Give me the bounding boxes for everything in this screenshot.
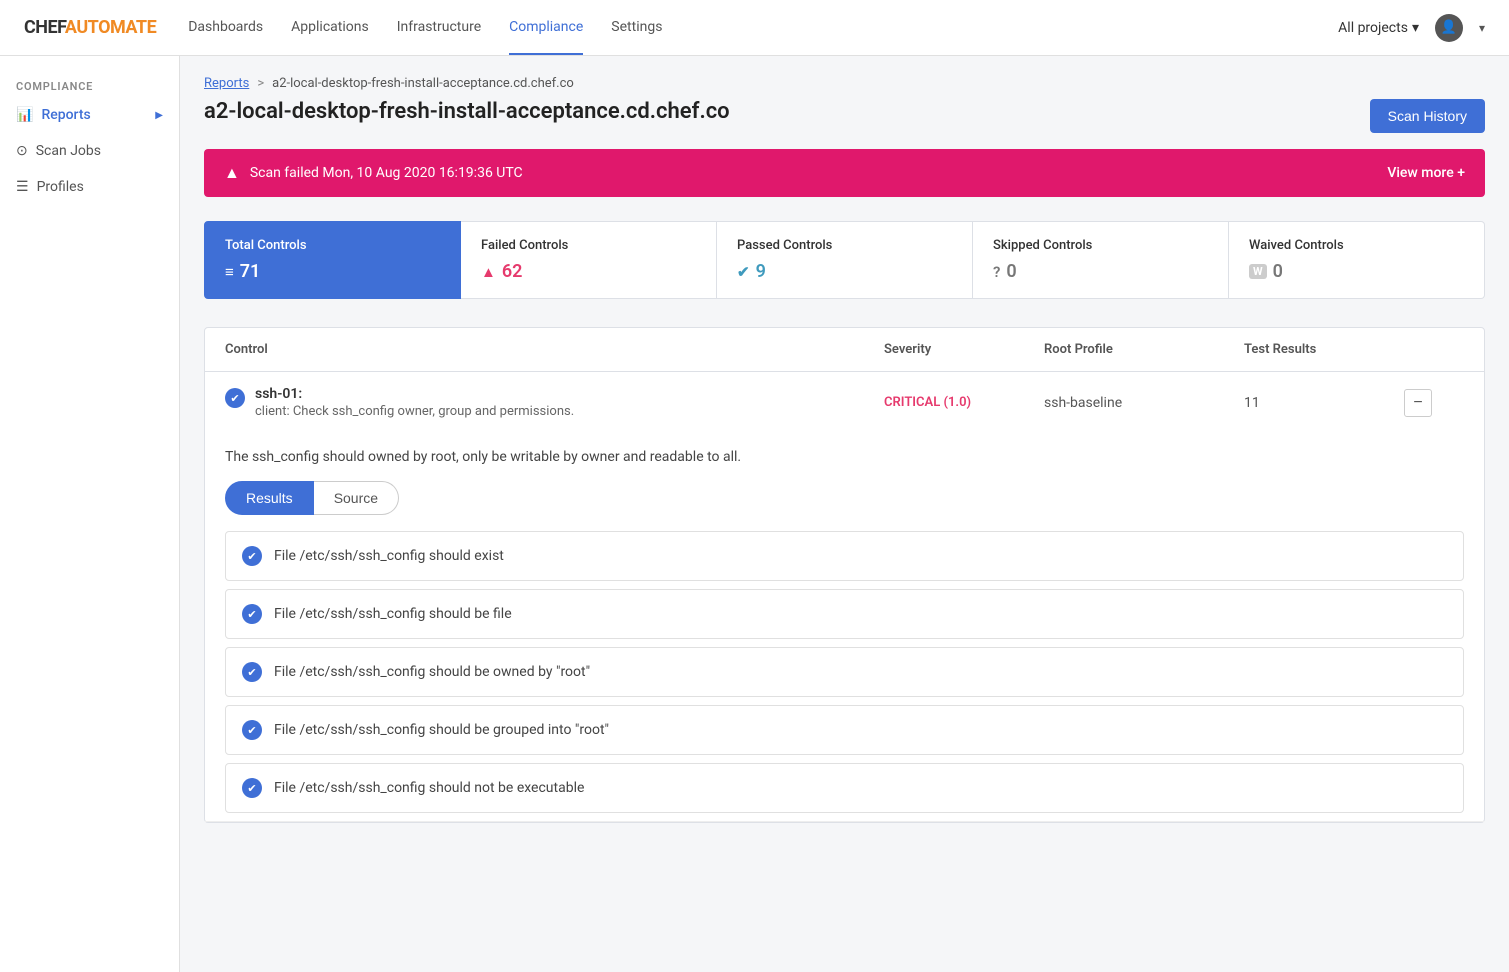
layout: COMPLIANCE 📊 Reports ▶ ⊙ Scan Jobs ☰ Pro… [0,56,1509,972]
reports-icon: 📊 [16,107,33,123]
passed-icon: ✔ [737,263,750,281]
nav-right: All projects ▾ 👤 ▾ [1338,14,1485,42]
nav-infrastructure[interactable]: Infrastructure [397,1,481,55]
control-row: ✔ ssh-01: client: Check ssh_config owner… [205,372,1484,433]
user-menu[interactable]: 👤 [1435,14,1463,42]
table-header: Control Severity Root Profile Test Resul… [205,328,1484,372]
results-cell: 11 [1244,395,1404,411]
waived-controls-card[interactable]: Waived Controls W 0 [1229,221,1485,299]
skipped-controls-card[interactable]: Skipped Controls ? 0 [973,221,1229,299]
reports-arrow: ▶ [155,110,163,121]
alert-banner: ▲ Scan failed Mon, 10 Aug 2020 16:19:36 … [204,149,1485,197]
control-description: client: Check ssh_config owner, group an… [255,404,574,419]
result-item-3: ✔ File /etc/ssh/ssh_config should be own… [225,647,1464,697]
alert-message: Scan failed Mon, 10 Aug 2020 16:19:36 UT… [250,165,523,181]
breadcrumb-reports-link[interactable]: Reports [204,76,249,91]
header-control: Control [225,342,884,357]
result-text-4: File /etc/ssh/ssh_config should be group… [274,722,609,738]
main-content: Reports > a2-local-desktop-fresh-install… [180,56,1509,972]
expanded-section: The ssh_config should owned by root, onl… [205,433,1484,813]
all-projects-dropdown[interactable]: All projects ▾ [1338,20,1419,36]
alert-triangle-icon: ▲ [224,163,240,183]
nav-dashboards[interactable]: Dashboards [188,1,263,55]
skipped-label: Skipped Controls [993,238,1208,253]
waived-value: W 0 [1249,261,1464,282]
result-text-3: File /etc/ssh/ssh_config should be owned… [274,664,590,680]
page-header: a2-local-desktop-fresh-install-acceptanc… [204,99,1485,133]
failed-value: ▲ 62 [481,261,696,282]
breadcrumb: Reports > a2-local-desktop-fresh-install… [204,76,1485,91]
total-controls-card[interactable]: Total Controls ≡ 71 [204,221,461,299]
header-severity: Severity [884,342,1044,357]
tab-results[interactable]: Results [225,481,314,515]
nav-settings[interactable]: Settings [611,1,662,55]
collapse-button[interactable]: − [1404,389,1432,417]
sidebar-item-reports[interactable]: 📊 Reports ▶ [0,97,179,133]
waived-label: Waived Controls [1249,238,1464,253]
logo-automate: AUTOMATE [65,17,156,38]
logo-chef: CHEF [24,17,65,38]
header-root-profile: Root Profile [1044,342,1244,357]
total-label: Total Controls [225,238,440,253]
profiles-icon: ☰ [16,179,29,195]
nav-compliance[interactable]: Compliance [509,1,583,55]
result-check-icon-4: ✔ [242,720,262,740]
result-item-4: ✔ File /etc/ssh/ssh_config should be gro… [225,705,1464,755]
sidebar-item-profiles[interactable]: ☰ Profiles [0,169,179,205]
passed-label: Passed Controls [737,238,952,253]
sidebar-section-label: COMPLIANCE [0,72,179,97]
alert-left: ▲ Scan failed Mon, 10 Aug 2020 16:19:36 … [224,163,523,183]
top-nav: CHEFAUTOMATE Dashboards Applications Inf… [0,0,1509,56]
profile-cell: ssh-baseline [1044,395,1244,411]
page-title: a2-local-desktop-fresh-install-acceptanc… [204,99,730,124]
severity-cell: CRITICAL (1.0) [884,395,1044,410]
skipped-icon: ? [993,263,1000,281]
logo: CHEFAUTOMATE [24,17,156,38]
tab-source[interactable]: Source [314,481,399,515]
sidebar-item-scan-jobs[interactable]: ⊙ Scan Jobs [0,133,179,169]
waived-badge: W [1249,264,1267,279]
control-expanded-desc: The ssh_config should owned by root, onl… [225,449,1464,465]
control-id: ssh-01: [255,386,574,402]
tabs-row: Results Source [225,481,1464,515]
total-value: ≡ 71 [225,261,440,282]
result-text-2: File /etc/ssh/ssh_config should be file [274,606,512,622]
control-text: ssh-01: client: Check ssh_config owner, … [255,386,574,419]
control-status-icon: ✔ [225,388,245,408]
failed-label: Failed Controls [481,238,696,253]
result-item-1: ✔ File /etc/ssh/ssh_config should exist [225,531,1464,581]
breadcrumb-separator: > [257,76,264,91]
collapse-action: − [1404,389,1464,417]
nav-applications[interactable]: Applications [291,1,369,55]
nav-links: Dashboards Applications Infrastructure C… [188,1,1338,55]
skipped-value: ? 0 [993,261,1208,282]
scan-history-button[interactable]: Scan History [1370,99,1485,133]
result-check-icon-2: ✔ [242,604,262,624]
result-text-1: File /etc/ssh/ssh_config should exist [274,548,504,564]
header-test-results: Test Results [1244,342,1404,357]
sidebar: COMPLIANCE 📊 Reports ▶ ⊙ Scan Jobs ☰ Pro… [0,56,180,972]
breadcrumb-current: a2-local-desktop-fresh-install-acceptanc… [272,76,574,91]
result-check-icon-1: ✔ [242,546,262,566]
failed-controls-card[interactable]: Failed Controls ▲ 62 [461,221,717,299]
total-icon: ≡ [225,263,234,281]
passed-controls-card[interactable]: Passed Controls ✔ 9 [717,221,973,299]
result-item-5: ✔ File /etc/ssh/ssh_config should not be… [225,763,1464,813]
result-item-2: ✔ File /etc/ssh/ssh_config should be fil… [225,589,1464,639]
failed-icon: ▲ [481,263,496,281]
view-more-link[interactable]: View more + [1387,165,1465,181]
control-info: ✔ ssh-01: client: Check ssh_config owner… [225,386,884,419]
table-row: ✔ ssh-01: client: Check ssh_config owner… [205,372,1484,822]
result-check-icon-5: ✔ [242,778,262,798]
controls-table: Control Severity Root Profile Test Resul… [204,327,1485,823]
passed-value: ✔ 9 [737,261,952,282]
scan-jobs-icon: ⊙ [16,143,28,159]
result-check-icon-3: ✔ [242,662,262,682]
control-cards: Total Controls ≡ 71 Failed Controls ▲ 62… [204,221,1485,299]
result-text-5: File /etc/ssh/ssh_config should not be e… [274,780,584,796]
